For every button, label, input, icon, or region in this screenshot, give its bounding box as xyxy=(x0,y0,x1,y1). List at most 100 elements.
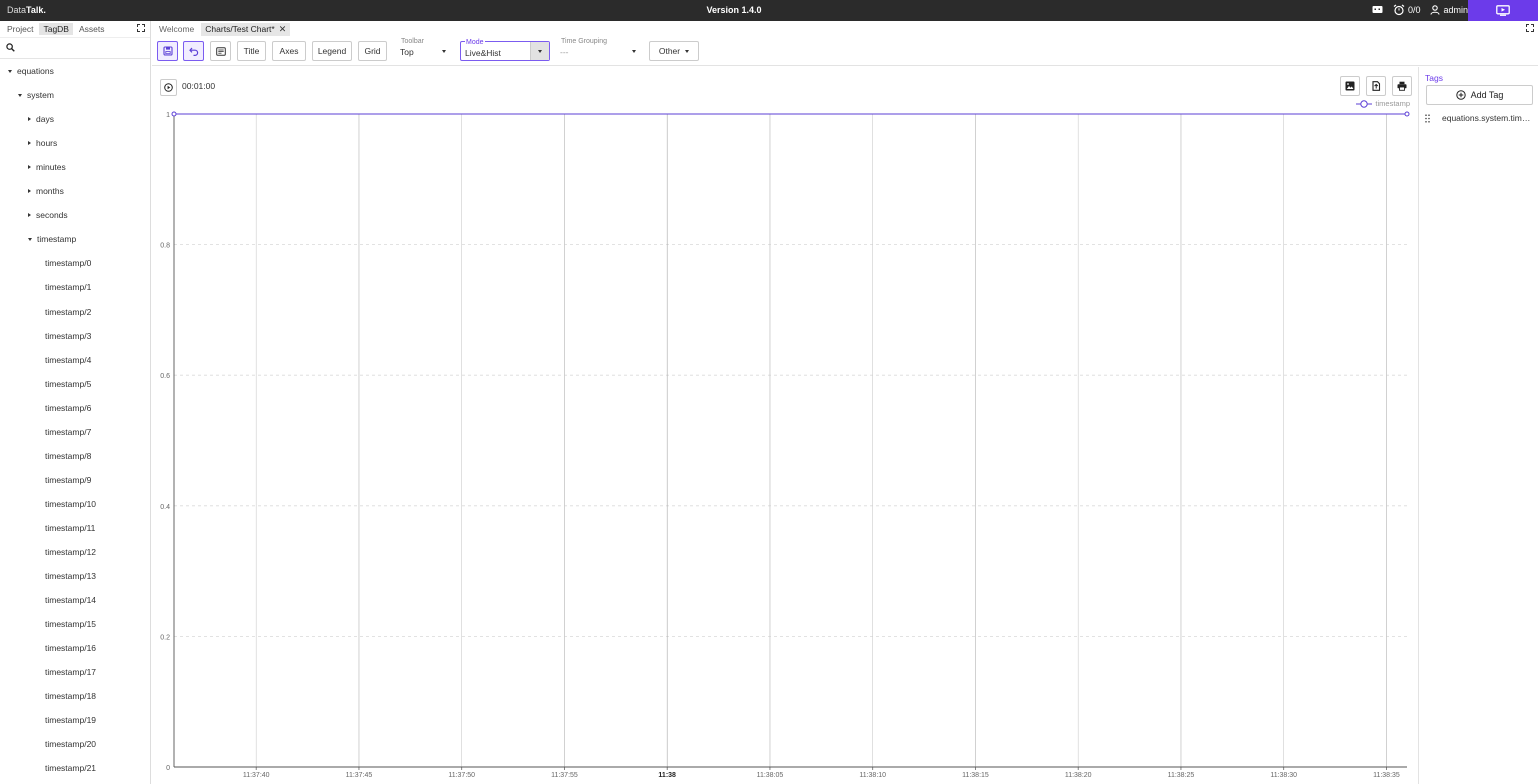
caret-right-icon[interactable] xyxy=(28,117,31,122)
chart-legend[interactable]: timestamp xyxy=(1356,99,1410,108)
tree-item-label: equations xyxy=(17,66,54,76)
x-tick-label: 11:38:35 xyxy=(1373,772,1400,779)
alarms-button[interactable]: 0/0 xyxy=(1393,4,1421,16)
tree-item-label: timestamp/5 xyxy=(45,378,92,389)
tree-item-label: timestamp/4 xyxy=(45,354,92,365)
export-icon xyxy=(1372,81,1381,91)
presentation-icon xyxy=(1496,5,1510,16)
other-label: Other xyxy=(658,46,681,56)
tree-item[interactable]: timestamp/2 xyxy=(45,304,91,320)
caret-right-icon[interactable] xyxy=(28,189,31,194)
tree-item[interactable]: timestamp/21 xyxy=(45,760,96,776)
save-button[interactable] xyxy=(157,41,178,61)
doc-tab-test-chart[interactable]: Charts/Test Chart* ✕ xyxy=(201,22,291,36)
y-tick-label: 0.4 xyxy=(160,504,170,511)
line-chart[interactable]: 0 0.2 0.4 0.6 0.8 1 11:37:40 11:37:45 11:37:50 11… xyxy=(152,67,1418,784)
tree-item[interactable]: timestamp/0 xyxy=(45,255,91,271)
mode-dropdown-toggle[interactable] xyxy=(530,42,549,60)
present-button[interactable] xyxy=(1468,0,1538,21)
tree-item[interactable]: timestamp/6 xyxy=(45,400,91,416)
time-range-duration[interactable]: 00:01:00 xyxy=(182,81,215,91)
tree-item-label: timestamp/21 xyxy=(45,763,97,774)
tree-item-label: timestamp/14 xyxy=(45,595,97,606)
tree-item[interactable]: timestamp/11 xyxy=(45,520,95,536)
tree-item[interactable]: timestamp/19 xyxy=(45,712,96,728)
tree-item[interactable]: timestamp/14 xyxy=(45,592,96,608)
user-menu[interactable]: admin xyxy=(1430,5,1468,15)
chart-settings-button[interactable] xyxy=(210,41,231,61)
export-csv-button[interactable] xyxy=(1366,76,1386,96)
tree-item[interactable]: timestamp/9 xyxy=(45,472,91,488)
tab-tagdb[interactable]: TagDB xyxy=(39,23,73,35)
caret-right-icon[interactable] xyxy=(28,213,31,218)
tree-item[interactable]: timestamp/4 xyxy=(45,352,91,368)
data-point[interactable] xyxy=(171,111,177,117)
tree-item[interactable]: timestamp/12 xyxy=(45,544,96,560)
drag-handle-icon[interactable] xyxy=(1425,114,1430,123)
tree-item[interactable]: timestamp/8 xyxy=(45,448,91,464)
doc-tab-welcome[interactable]: Welcome xyxy=(155,23,198,35)
tree-item[interactable]: timestamp/15 xyxy=(45,616,96,632)
tree-item-label: timestamp/2 xyxy=(45,306,92,317)
tree-item-label: timestamp/6 xyxy=(45,402,92,413)
legend-button[interactable]: Legend xyxy=(312,41,352,61)
y-tick-label: 0.8 xyxy=(160,243,170,250)
tree-item[interactable]: equations xyxy=(8,63,54,79)
print-button[interactable] xyxy=(1392,76,1412,96)
close-icon[interactable]: ✕ xyxy=(279,24,287,35)
tree-item[interactable]: timestamp/17 xyxy=(45,664,96,680)
caret-down-icon[interactable] xyxy=(8,69,12,73)
tree-item-label: system xyxy=(27,90,54,101)
tab-project[interactable]: Project xyxy=(3,23,37,35)
tree-item[interactable]: timestamp/10 xyxy=(45,496,96,512)
export-image-button[interactable] xyxy=(1340,76,1360,96)
chat-button[interactable] xyxy=(1372,5,1383,15)
undo-button[interactable] xyxy=(183,41,204,61)
tree-item[interactable]: days xyxy=(28,111,54,127)
tab-assets[interactable]: Assets xyxy=(75,23,109,35)
grid-button[interactable]: Grid xyxy=(358,41,387,61)
caret-down-icon[interactable] xyxy=(18,93,22,97)
tree-item-label: months xyxy=(36,186,64,197)
tree-item[interactable]: timestamp/16 xyxy=(45,640,96,656)
alarm-count: 0/0 xyxy=(1407,5,1421,15)
play-icon xyxy=(164,83,173,92)
tree-item[interactable]: timestamp/18 xyxy=(45,688,96,704)
other-menu-button[interactable]: Other xyxy=(649,41,699,61)
left-panel: Project TagDB Assets equations system days… xyxy=(0,21,151,784)
tree-item[interactable]: hours xyxy=(28,135,57,151)
tree-item[interactable]: timestamp/20 xyxy=(45,736,96,752)
caret-down-icon[interactable] xyxy=(28,237,32,241)
tree-item[interactable]: timestamp/1 xyxy=(45,279,91,295)
tree-item[interactable]: timestamp/5 xyxy=(45,376,91,392)
tree-item-label: timestamp/0 xyxy=(45,258,92,269)
tree-item[interactable]: timestamp/13 xyxy=(45,568,96,584)
tree-item[interactable]: months xyxy=(28,183,64,199)
tag-search-input[interactable] xyxy=(18,41,143,56)
tree-item[interactable]: minutes xyxy=(28,159,66,175)
title-button[interactable]: Title xyxy=(237,41,266,61)
expand-icon[interactable] xyxy=(1526,24,1534,32)
document-tabs: Welcome Charts/Test Chart* ✕ xyxy=(152,21,1538,37)
chart-toolbar: Title Axes Legend Grid Toolbar Top Mode … xyxy=(152,37,1538,66)
caret-right-icon[interactable] xyxy=(28,165,31,170)
x-tick-label: 11:38:25 xyxy=(1168,772,1195,779)
play-button[interactable] xyxy=(160,79,177,96)
printer-icon xyxy=(1397,81,1407,91)
axes-button[interactable]: Axes xyxy=(272,41,306,61)
doc-tab-label: Charts/Test Chart* xyxy=(205,24,275,34)
add-tag-button[interactable]: Add Tag xyxy=(1426,85,1533,105)
tree-item[interactable]: system xyxy=(18,87,54,103)
tree-item[interactable]: timestamp xyxy=(28,231,76,247)
caret-right-icon[interactable] xyxy=(28,141,31,146)
tag-list-item[interactable]: equations.system.timestamp xyxy=(1419,111,1538,125)
image-icon xyxy=(1345,81,1355,91)
time-grouping-select[interactable]: Time Grouping --- xyxy=(556,38,642,61)
tree-item[interactable]: seconds xyxy=(28,207,68,223)
data-point[interactable] xyxy=(1404,111,1410,117)
expand-icon[interactable] xyxy=(137,24,145,32)
tree-item[interactable]: timestamp/3 xyxy=(45,328,91,344)
toolbar-position-select[interactable]: Toolbar Top xyxy=(396,38,452,61)
tree-item[interactable]: timestamp/7 xyxy=(45,424,91,440)
mode-select[interactable]: Mode Live&Hist xyxy=(460,39,550,61)
